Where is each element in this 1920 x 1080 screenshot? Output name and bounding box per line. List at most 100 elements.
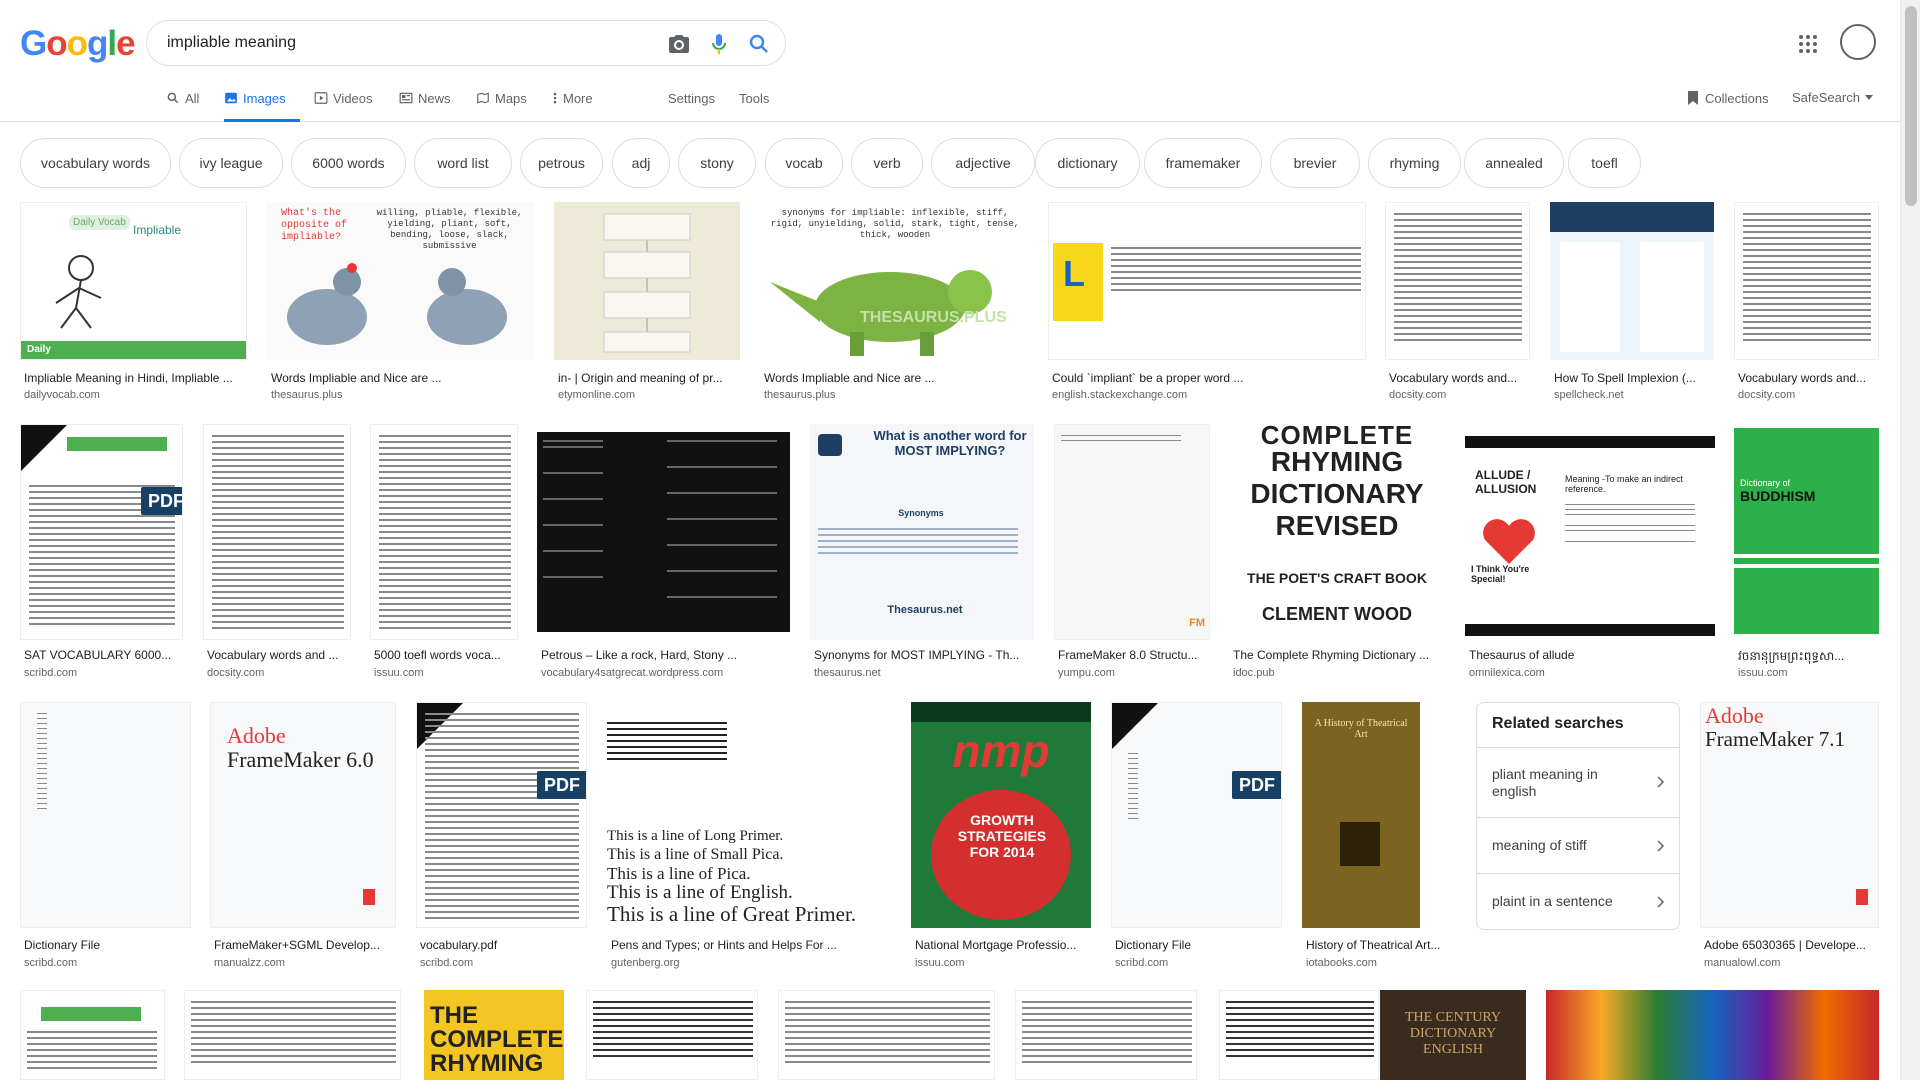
image-result[interactable]: PDF vocabulary.pdf scribd.com (416, 702, 587, 972)
chip[interactable]: adjective (931, 138, 1035, 188)
image-result[interactable]: Adobe FrameMaker 7.1 Adobe 65030365 | De… (1700, 702, 1879, 972)
image-result[interactable] (778, 990, 995, 1080)
thumbnail: Dictionary of BUDDHISM (1734, 424, 1879, 640)
result-source: omnilexica.com (1469, 667, 1545, 679)
image-icon (225, 92, 237, 104)
image-result[interactable] (1219, 990, 1379, 1080)
image-result[interactable]: 5000 toefl words voca... issuu.com (370, 424, 518, 682)
image-result[interactable]: Dictionary File scribd.com (20, 702, 191, 972)
image-result[interactable]: Daily Vocab Impliable Daily Impliable Me… (20, 202, 247, 402)
search-icon[interactable] (747, 32, 771, 56)
tab-maps[interactable]: Maps (476, 84, 527, 122)
image-result[interactable]: synonyms for impliable: inflexible, stif… (760, 202, 1027, 402)
chip[interactable]: annealed (1464, 138, 1564, 188)
chip[interactable]: rhyming (1368, 138, 1461, 188)
image-result[interactable]: Vocabulary words and ... docsity.com (203, 424, 351, 682)
thumbnail: Adobe FrameMaker 7.1 (1700, 702, 1879, 928)
image-result[interactable] (1015, 990, 1197, 1080)
image-result[interactable]: This is a line of Long Primer. This is a… (607, 702, 891, 972)
scrollbar[interactable] (1900, 0, 1920, 1080)
image-result[interactable]: in- | Origin and meaning of pr... etymon… (554, 202, 740, 402)
image-result[interactable]: ALLUDE / ALLUSION I Think You're Special… (1465, 424, 1715, 682)
chip[interactable]: vocab (765, 138, 843, 188)
result-caption: The Complete Rhyming Dictionary ... (1233, 648, 1430, 662)
image-result[interactable]: nmp GROWTH STRATEGIES FOR 2014 National … (911, 702, 1091, 972)
image-result[interactable] (184, 990, 401, 1080)
search-box[interactable] (146, 20, 786, 66)
camera-icon[interactable] (667, 32, 691, 56)
chip[interactable]: vocabulary words (20, 138, 171, 188)
image-result[interactable]: THE COMPLETE RHYMING (424, 990, 564, 1080)
search-input[interactable] (167, 31, 627, 55)
pdf-badge: PDF (1232, 771, 1281, 799)
chip[interactable]: 6000 words (291, 138, 406, 188)
chip[interactable]: adj (612, 138, 670, 188)
image-result[interactable]: Vocabulary words and... docsity.com (1734, 202, 1879, 402)
chip[interactable]: ivy league (179, 138, 283, 188)
chip[interactable]: verb (851, 138, 923, 188)
image-result[interactable]: How To Spell Implexion (... spellcheck.n… (1550, 202, 1714, 402)
related-search-item[interactable]: meaning of stiff (1477, 817, 1679, 873)
thumbnail-text: CLEMENT WOOD (1262, 604, 1412, 624)
chip[interactable]: framemaker (1144, 138, 1262, 188)
microphone-icon[interactable] (707, 32, 731, 56)
image-result[interactable]: FM FrameMaker 8.0 Structu... yumpu.com (1054, 424, 1210, 682)
result-source: docsity.com (207, 667, 265, 679)
thumbnail-title: RHYMING (1270, 446, 1404, 477)
tab-images[interactable]: Images (224, 84, 300, 122)
tab-more[interactable]: More (552, 84, 593, 122)
google-logo[interactable]: Google (20, 24, 136, 64)
image-result[interactable]: Petrous – Like a rock, Hard, Stony ... v… (537, 424, 790, 682)
chip[interactable]: dictionary (1035, 138, 1140, 188)
thumbnail-text: This is a line of Great Primer. (607, 902, 857, 926)
apps-grid-icon[interactable] (1796, 32, 1820, 56)
related-search-item[interactable]: plaint in a sentence (1477, 873, 1679, 929)
result-source: etymonline.com (558, 389, 636, 401)
chip[interactable]: word list (414, 138, 512, 188)
image-result[interactable]: PDF Dictionary File scribd.com (1111, 702, 1282, 972)
image-result[interactable]: A History of Theatrical Art History of T… (1302, 702, 1456, 972)
thumbnail-text: Impliable (133, 223, 182, 237)
image-result[interactable]: PDF SAT VOCABULARY 6000... scribd.com (20, 424, 183, 682)
thumbnail: THE COMPLETE RHYMING (424, 990, 564, 1080)
related-search-label: meaning of stiff (1492, 837, 1587, 853)
result-source: english.stackexchange.com (1052, 389, 1188, 401)
tools-link[interactable]: Tools (739, 84, 769, 122)
tab-videos[interactable]: Videos (314, 84, 373, 122)
settings-link[interactable]: Settings (668, 84, 715, 122)
tab-all[interactable]: All (166, 84, 199, 122)
image-result[interactable]: COMPLETE RHYMING DICTIONARY REVISED THE … (1229, 424, 1445, 682)
thumbnail (1385, 202, 1530, 360)
result-source: issuu.com (374, 667, 424, 679)
image-result[interactable]: Vocabulary words and... docsity.com (1385, 202, 1530, 402)
tab-news[interactable]: News (399, 84, 451, 122)
image-result[interactable]: THE CENTURY DICTIONARY ENGLISH (1380, 990, 1526, 1080)
thumbnail-text: BUDDHISM (1740, 488, 1816, 504)
avatar[interactable] (1840, 24, 1876, 60)
chip[interactable]: brevier (1270, 138, 1360, 188)
image-result[interactable]: What is another word for MOST IMPLYING? … (810, 424, 1034, 682)
chip[interactable]: stony (678, 138, 756, 188)
collections-link[interactable]: Collections (1686, 90, 1769, 106)
thumbnail (203, 424, 351, 640)
image-result[interactable]: Adobe FrameMaker 6.0 FrameMaker+SGML Dev… (210, 702, 396, 972)
image-result[interactable]: Dictionary of BUDDHISM វចនានុក្រមព្រះពុទ… (1734, 424, 1879, 682)
thumbnail-text: I Think You're Special! (1471, 564, 1530, 584)
image-result[interactable] (20, 990, 165, 1080)
result-source: scribd.com (24, 957, 78, 969)
chip[interactable]: toefl (1568, 138, 1641, 188)
safesearch-menu[interactable]: SafeSearch (1792, 90, 1873, 105)
text-lines (785, 1001, 990, 1067)
chip[interactable]: petrous (520, 138, 603, 188)
image-result[interactable]: What's the opposite of impliable? willin… (267, 202, 534, 402)
scrollbar-thumb[interactable] (1905, 6, 1917, 206)
thumbnail (20, 702, 191, 928)
result-caption: Words Impliable and Nice are ... (271, 371, 442, 385)
result-source: issuu.com (915, 957, 965, 969)
image-result[interactable]: L Could `impliant` be a proper word ... … (1048, 202, 1366, 402)
thumbnail-text: Meaning -To make an indirect reference. (1565, 474, 1684, 494)
image-result[interactable] (586, 990, 758, 1080)
image-result[interactable] (1546, 990, 1879, 1080)
thumbnail (778, 990, 995, 1080)
related-search-item[interactable]: pliant meaning in english (1477, 747, 1679, 817)
